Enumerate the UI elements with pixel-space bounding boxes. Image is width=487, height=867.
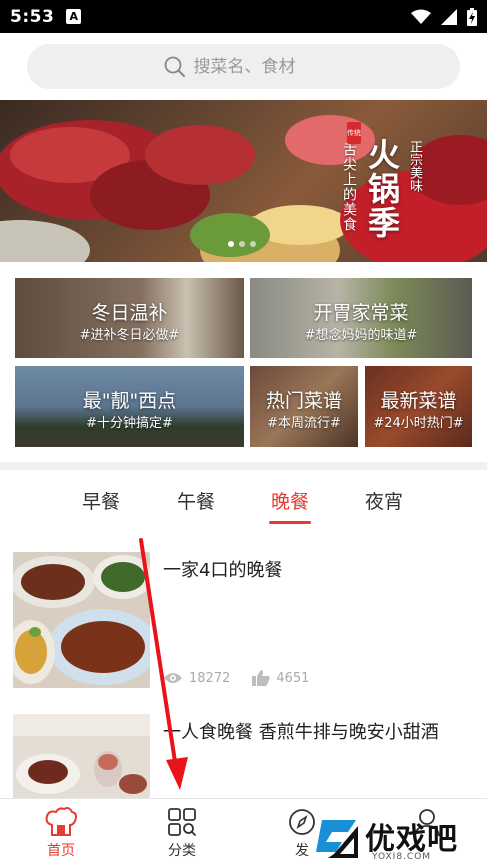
recipe-card[interactable]: 一家4口的晚餐 18272 4651 bbox=[13, 552, 475, 689]
recipe-card[interactable]: 一人食晚餐 香煎牛排与晚安小甜酒 bbox=[13, 714, 475, 798]
category-tile-newest[interactable]: 最新菜谱 #24小时热门# bbox=[365, 366, 472, 447]
category-title: 最新菜谱 bbox=[380, 390, 457, 412]
watermark-logo-icon bbox=[316, 820, 358, 858]
pagination-dot[interactable] bbox=[239, 241, 245, 247]
banner-seal: 传统 bbox=[347, 122, 361, 144]
search-bar[interactable] bbox=[27, 44, 460, 89]
search-icon bbox=[164, 56, 185, 77]
category-subtitle: #进补冬日必做# bbox=[79, 328, 180, 343]
watermark-url: YOXI8.COM bbox=[372, 852, 432, 862]
banner-tag: 正宗美味 bbox=[407, 140, 422, 192]
chef-hat-icon bbox=[45, 807, 77, 836]
tab-dinner[interactable]: 晚餐 bbox=[261, 476, 319, 524]
app-screen: 5:53 A 搜菜名、食材 舌尖上的美食 火锅季 正宗美味 传统 冬日温补 #进… bbox=[0, 0, 487, 867]
category-tile-winter[interactable]: 冬日温补 #进补冬日必做# bbox=[15, 278, 244, 358]
tab-lunch[interactable]: 午餐 bbox=[167, 476, 225, 524]
thumbs-up-icon bbox=[252, 670, 271, 686]
nav-home-label: 首页 bbox=[47, 843, 75, 859]
status-icons bbox=[411, 7, 477, 26]
category-tile-homestyle[interactable]: 开胃家常菜 #想念妈妈的味道# bbox=[250, 278, 472, 358]
category-subtitle: #本周流行# bbox=[267, 416, 341, 431]
nav-publish-label: 发 bbox=[295, 843, 309, 859]
category-subtitle: #24小时热门# bbox=[373, 416, 464, 431]
like-count: 4651 bbox=[276, 670, 310, 686]
nav-home[interactable]: 首页 bbox=[21, 799, 101, 867]
category-subtitle: #想念妈妈的味道# bbox=[304, 328, 418, 343]
battery-icon bbox=[467, 7, 477, 26]
banner-title: 火锅季 bbox=[363, 138, 401, 240]
category-title: 热门菜谱 bbox=[265, 390, 342, 412]
notification-icon: A bbox=[66, 9, 82, 24]
section-divider bbox=[0, 462, 487, 470]
recipe-title: 一人食晚餐 香煎牛排与晚安小甜酒 bbox=[163, 722, 439, 743]
recipe-image bbox=[13, 714, 150, 798]
status-bar: 5:53 A bbox=[0, 0, 487, 33]
nav-category[interactable]: 分类 bbox=[142, 799, 222, 867]
watermark: 优戏吧 YOXI8.COM bbox=[312, 812, 482, 867]
pagination-dot[interactable] bbox=[250, 241, 256, 247]
wifi-icon bbox=[411, 9, 431, 24]
category-title: 冬日温补 bbox=[91, 302, 168, 324]
meal-tabs: 早餐 午餐 晚餐 夜宵 bbox=[0, 476, 487, 524]
category-subtitle: #十分钟搞定# bbox=[86, 416, 173, 431]
recipe-image bbox=[13, 552, 150, 688]
grid-search-icon bbox=[168, 808, 197, 837]
nav-category-label: 分类 bbox=[168, 843, 196, 859]
search-input[interactable] bbox=[193, 56, 324, 77]
signal-icon bbox=[441, 8, 457, 25]
tab-breakfast[interactable]: 早餐 bbox=[72, 476, 130, 524]
banner-subtitle: 舌尖上的美食 bbox=[341, 142, 357, 232]
category-tile-popular[interactable]: 热门菜谱 #本周流行# bbox=[250, 366, 358, 447]
pagination-dot[interactable] bbox=[228, 241, 234, 247]
category-tile-dessert[interactable]: 最"靓"西点 #十分钟搞定# bbox=[15, 366, 244, 447]
recipe-stats: 18272 4651 bbox=[163, 670, 331, 686]
category-title: 最"靓"西点 bbox=[82, 390, 177, 412]
category-title: 开胃家常菜 bbox=[313, 302, 409, 324]
eye-icon bbox=[164, 673, 182, 683]
banner-pagination bbox=[228, 241, 256, 247]
recipe-title: 一家4口的晚餐 bbox=[163, 560, 283, 581]
promo-banner[interactable]: 舌尖上的美食 火锅季 正宗美味 bbox=[0, 100, 487, 262]
tab-late-night[interactable]: 夜宵 bbox=[355, 476, 413, 524]
view-count: 18272 bbox=[189, 670, 231, 686]
status-time: 5:53 bbox=[10, 6, 55, 27]
